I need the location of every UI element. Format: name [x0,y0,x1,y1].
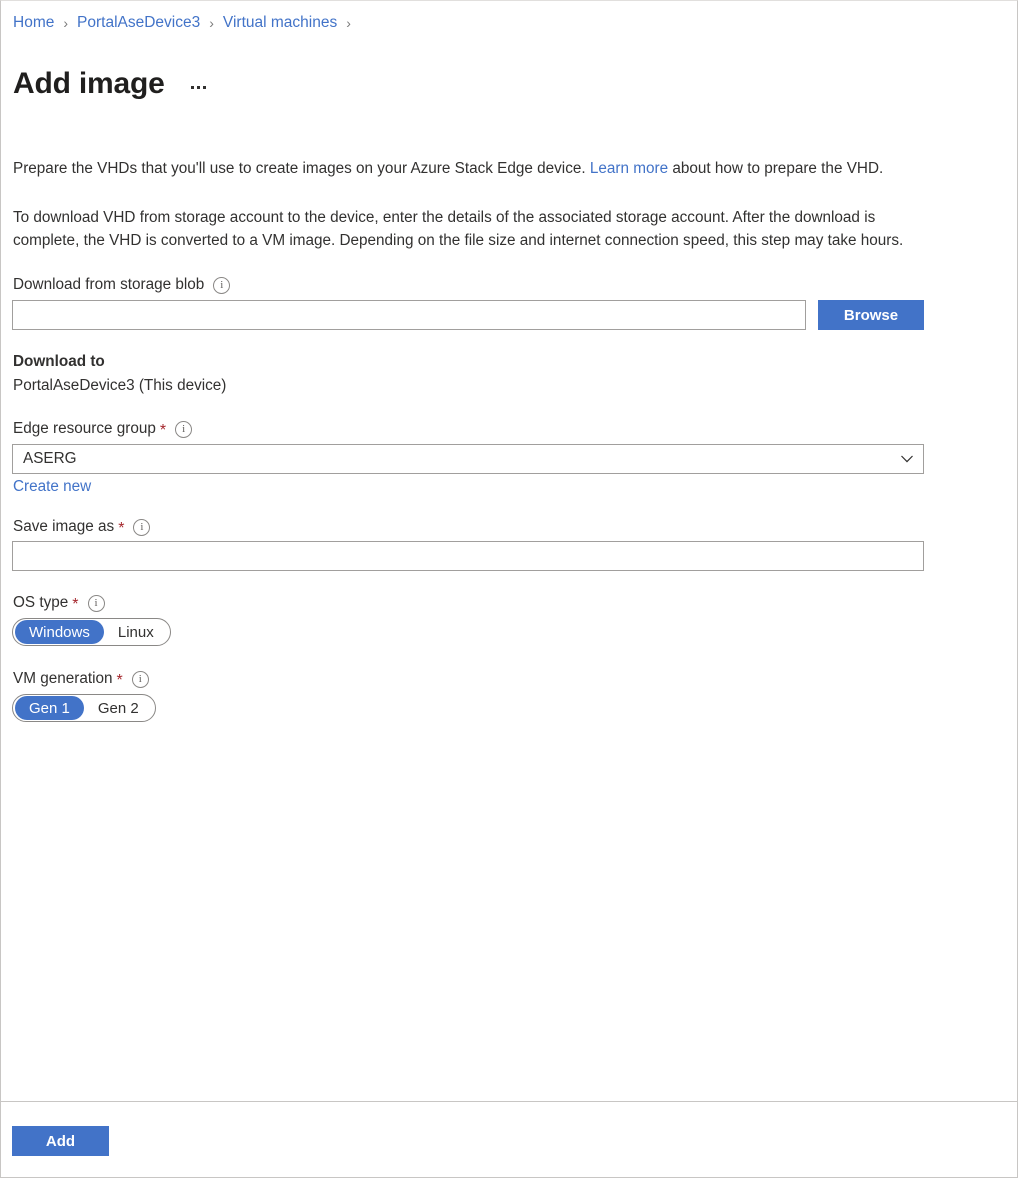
breadcrumb-separator-icon: › [63,13,68,33]
vm-generation-option-gen1[interactable]: Gen 1 [15,696,84,720]
breadcrumb: Home › PortalAseDevice3 › Virtual machin… [13,13,360,33]
info-icon[interactable]: i [132,671,149,688]
vm-generation-label: VM generation [13,669,113,689]
edge-resource-group-selected-value: ASERG [23,450,899,468]
save-image-as-label: Save image as [13,517,114,537]
save-image-as-label-row: Save image as * i [13,517,150,537]
create-new-resource-group-link[interactable]: Create new [13,477,91,497]
vm-generation-option-gen2[interactable]: Gen 2 [84,696,153,720]
dot [197,86,200,89]
add-image-blade: Home › PortalAseDevice3 › Virtual machin… [0,0,1018,1178]
os-type-option-linux[interactable]: Linux [104,620,168,644]
os-type-label-row: OS type * i [13,593,105,613]
info-icon[interactable]: i [175,421,192,438]
breadcrumb-item-virtual-machines[interactable]: Virtual machines [223,13,337,33]
browse-button[interactable]: Browse [818,300,924,330]
dot [191,86,194,89]
os-type-toggle-group: Windows Linux [12,618,171,646]
dot [203,86,206,89]
learn-more-link[interactable]: Learn more [590,160,668,177]
vm-generation-toggle-group: Gen 1 Gen 2 [12,694,156,722]
intro-paragraph-1: Prepare the VHDs that you'll use to crea… [13,157,928,180]
breadcrumb-separator-icon: › [346,13,351,33]
info-icon[interactable]: i [88,595,105,612]
download-from-blob-label: Download from storage blob [13,275,204,295]
page-title: Add image [13,65,165,103]
edge-resource-group-select[interactable]: ASERG [12,444,924,474]
required-asterisk: * [117,673,123,689]
title-row: Add image [13,45,210,123]
info-icon[interactable]: i [213,277,230,294]
download-to-value: PortalAseDevice3 (This device) [13,376,226,396]
footer-divider [1,1101,1017,1102]
required-asterisk: * [118,521,124,537]
chevron-down-icon [899,451,915,467]
edge-resource-group-label-row: Edge resource group * i [13,419,192,439]
breadcrumb-separator-icon: › [209,13,214,33]
intro-text-before-link: Prepare the VHDs that you'll use to crea… [13,160,590,177]
more-commands-icon[interactable] [187,80,210,95]
intro-text-after-link: about how to prepare the VHD. [668,160,883,177]
os-type-label: OS type [13,593,68,613]
breadcrumb-item-device[interactable]: PortalAseDevice3 [77,13,200,33]
add-button[interactable]: Add [12,1126,109,1156]
required-asterisk: * [160,423,166,439]
breadcrumb-item-home[interactable]: Home [13,13,54,33]
vm-generation-label-row: VM generation * i [13,669,149,689]
info-icon[interactable]: i [133,519,150,536]
save-image-as-input[interactable] [12,541,924,571]
download-from-blob-input[interactable] [12,300,806,330]
download-from-blob-label-row: Download from storage blob i [13,275,230,295]
intro-paragraph-2: To download VHD from storage account to … [13,206,928,252]
required-asterisk: * [72,597,78,613]
edge-resource-group-label: Edge resource group [13,419,156,439]
download-to-label: Download to [13,352,105,372]
os-type-option-windows[interactable]: Windows [15,620,104,644]
